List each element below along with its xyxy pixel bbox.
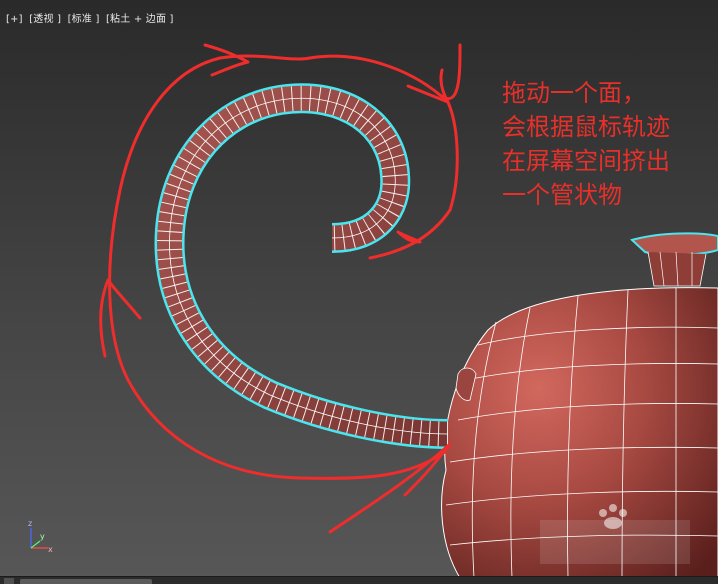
annotation-line-2: 会根据鼠标轨迹 [502,113,670,141]
time-slider-thumb[interactable] [20,579,152,584]
extruded-tube[interactable] [154,83,449,449]
axis-z-label: z [28,519,32,528]
annotation-line-4: 一个管状物 [502,181,622,209]
axis-y-label: y [40,532,45,541]
axis-x-label: x [48,545,53,554]
mouse-trail-annotation [99,43,462,534]
perspective-viewport[interactable]: [+] [透视 ] [标准 ] [粘土 + 边面 ] z x y 拖动一个面， … [0,0,718,578]
annotation-line-3: 在屏幕空间挤出 [502,147,670,175]
time-slider-prev-button[interactable] [4,578,14,584]
watermark-overlay [540,520,690,564]
annotation-line-1: 拖动一个面， [502,79,646,107]
annotation-text: 拖动一个面， 会根据鼠标轨迹 在屏幕空间挤出 一个管状物 [502,76,718,212]
axis-gizmo-icon: z x y [28,519,53,554]
